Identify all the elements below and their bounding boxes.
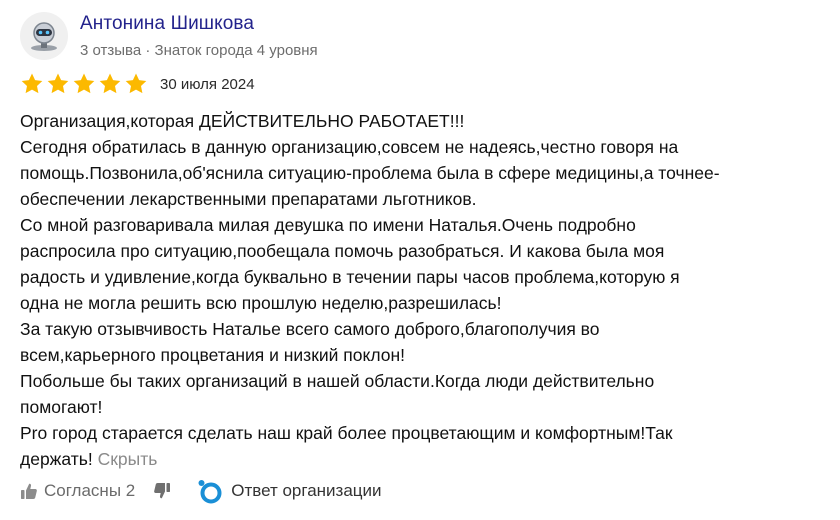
star-icon: [98, 72, 122, 96]
review-line: помощь.Позвонила,об'яснила ситуацию-проб…: [20, 163, 720, 183]
review-line: одна не могла решить всю прошлую неделю,…: [20, 293, 502, 313]
star-icon: [72, 72, 96, 96]
review-actions: Согласны 2 Ответ организации: [20, 478, 382, 504]
dislike-button[interactable]: [153, 482, 171, 500]
review-line: Сегодня обратилась в данную организацию,…: [20, 137, 679, 157]
review-line: Со мной разговаривала милая девушка по и…: [20, 215, 636, 235]
review-line: радость и удивление,когда буквально в те…: [20, 267, 680, 287]
review-line: Организация,которая ДЕЙСТВИТЕЛЬНО РАБОТА…: [20, 111, 465, 131]
review-line-last: держать! Скрыть: [20, 446, 826, 472]
review-date: 30 июля 2024: [160, 76, 255, 93]
organization-logo-icon: [198, 480, 222, 504]
rating-stars: [20, 72, 148, 96]
star-icon: [20, 72, 44, 96]
avatar[interactable]: [20, 12, 68, 60]
review-line: Побольше бы таких организаций в нашей об…: [20, 371, 655, 391]
robot-avatar-icon: [31, 22, 57, 51]
author-name[interactable]: Антонина Шишкова: [80, 13, 254, 35]
review-last-text: держать!: [20, 449, 93, 469]
star-icon: [124, 72, 148, 96]
agree-label: Согласны 2: [44, 481, 136, 500]
star-icon: [46, 72, 70, 96]
review-line: всем,карьерного процветания и низкий пок…: [20, 345, 405, 365]
review-text: Организация,которая ДЕЙСТВИТЕЛЬНО РАБОТА…: [20, 108, 826, 472]
agree-button[interactable]: Согласны 2: [20, 481, 135, 501]
review-line: помогают!: [20, 397, 103, 417]
thumbs-up-icon: [21, 483, 37, 499]
org-reply-button[interactable]: Ответ организации: [197, 478, 382, 504]
review-line: За такую отзывчивость Наталье всего само…: [20, 319, 600, 339]
org-reply-label: Ответ организации: [231, 481, 382, 500]
review-line: распросила про ситуацию,пообещала помочь…: [20, 241, 665, 261]
review-line: обеспечении лекарственными препаратами л…: [20, 189, 477, 209]
hide-review-link[interactable]: Скрыть: [98, 449, 158, 469]
thumbs-down-icon: [154, 483, 171, 499]
author-stats: 3 отзыва · Знаток города 4 уровня: [80, 42, 318, 59]
review-line: Pro город старается сделать наш край бол…: [20, 423, 673, 443]
